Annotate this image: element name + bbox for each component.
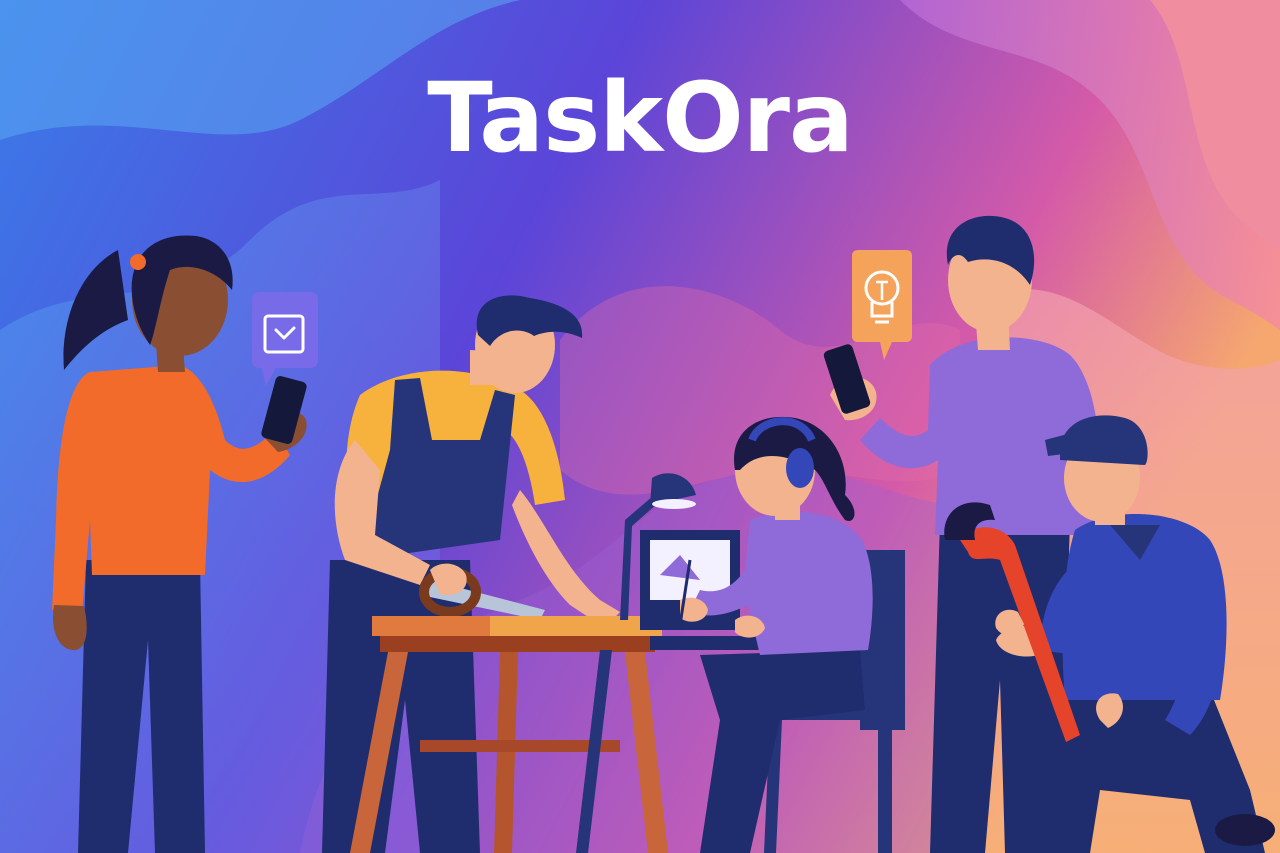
brand-logo-title: TaskOra	[427, 62, 854, 174]
hero-illustration: TaskOra	[0, 0, 1280, 853]
